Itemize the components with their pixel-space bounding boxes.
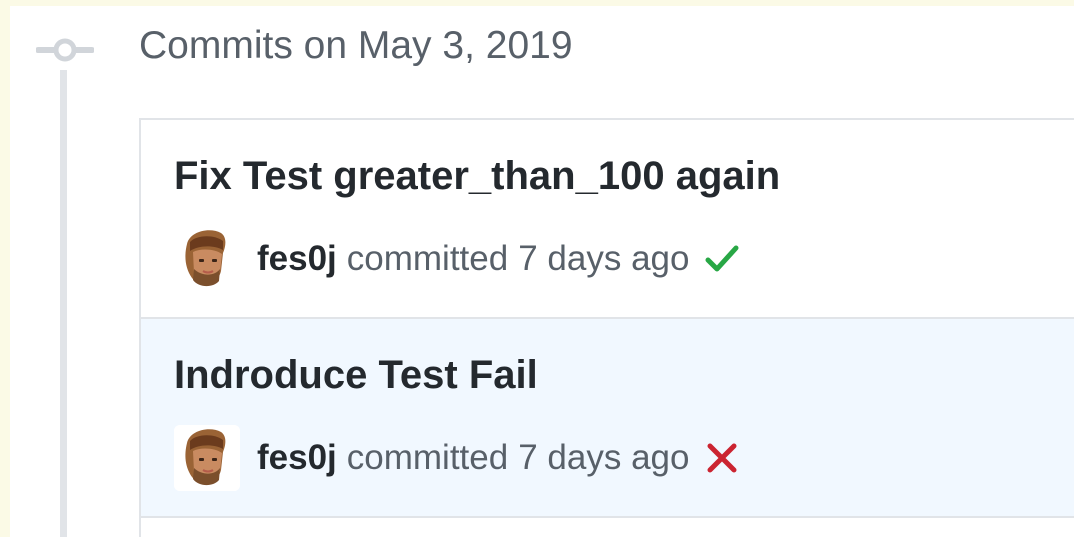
- timeline-line: [60, 70, 67, 537]
- author-avatar[interactable]: [174, 425, 240, 491]
- commit-action-text: committed: [346, 438, 509, 477]
- commit-list: Fix Test greater_than_100 again fes0j co…: [139, 118, 1074, 537]
- commit-action-text: committed: [346, 239, 509, 278]
- next-commit-row: [141, 518, 1074, 537]
- commit-history-panel: Commits on May 3, 2019 Fix Test greater_…: [10, 6, 1074, 537]
- commit-meta: fes0j committed 7 days ago: [174, 425, 741, 491]
- check-icon[interactable]: [703, 240, 741, 278]
- commit-author-link[interactable]: fes0j: [257, 239, 337, 279]
- commit-group-date-heading: Commits on May 3, 2019: [139, 24, 573, 67]
- commit-author-link[interactable]: fes0j: [257, 438, 337, 478]
- commit-time: 7 days ago: [518, 239, 690, 278]
- commit-row[interactable]: Fix Test greater_than_100 again fes0j co…: [141, 120, 1074, 319]
- commit-time: 7 days ago: [518, 438, 690, 477]
- git-commit-icon: [36, 38, 94, 62]
- avatar-portrait-icon: [174, 425, 240, 491]
- avatar-portrait-icon: [174, 226, 240, 292]
- x-icon[interactable]: [703, 439, 741, 477]
- commit-row[interactable]: Indroduce Test Fail fes0j committed 7 da…: [141, 319, 1074, 518]
- commit-meta: fes0j committed 7 days ago: [174, 226, 741, 292]
- commit-title-link[interactable]: Fix Test greater_than_100 again: [174, 150, 780, 202]
- author-avatar[interactable]: [174, 226, 240, 292]
- commit-title-link[interactable]: Indroduce Test Fail: [174, 349, 538, 401]
